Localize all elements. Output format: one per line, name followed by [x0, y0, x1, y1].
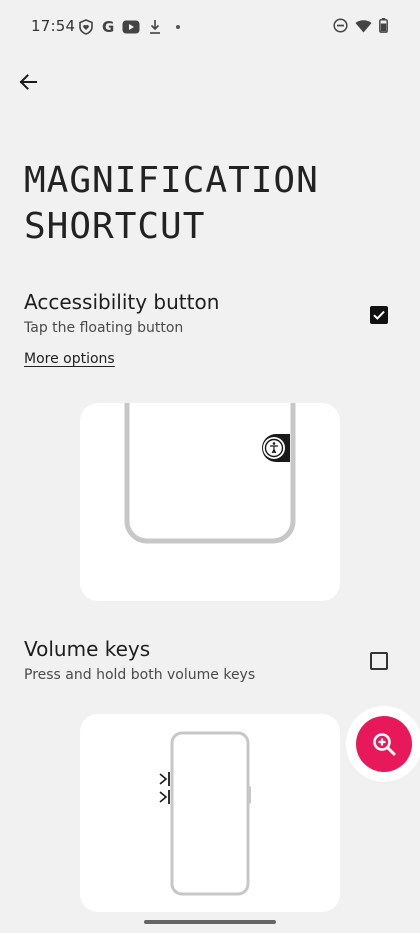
volume-keys-title: Volume keys	[24, 637, 151, 661]
youtube-icon	[122, 20, 140, 34]
more-options-link[interactable]: More options	[24, 351, 115, 367]
phone-volume-keys-graphic	[159, 731, 251, 896]
page-title-line-2: SHORTCUT	[24, 206, 206, 247]
page-title: MAGNIFICATION SHORTCUT	[24, 158, 404, 250]
accessibility-button-subtitle: Tap the floating button	[24, 320, 184, 336]
navigation-handle[interactable]	[144, 920, 276, 924]
accessibility-button-checkbox[interactable]	[370, 306, 388, 324]
status-bar: 17:54 G	[0, 0, 420, 52]
magnify-plus-icon	[373, 733, 396, 756]
volume-keys-option[interactable]: Volume keys Press and hold both volume k…	[24, 637, 396, 683]
status-icons-right	[333, 18, 388, 37]
accessibility-button-option[interactable]: Accessibility button Tap the floating bu…	[24, 290, 396, 336]
back-button[interactable]	[12, 66, 44, 98]
status-time: 17:54	[31, 17, 76, 35]
accessibility-button-title: Accessibility button	[24, 290, 220, 314]
volume-keys-illustration	[80, 714, 340, 912]
volume-keys-subtitle: Press and hold both volume keys	[24, 667, 256, 683]
phone-floating-button-graphic	[124, 403, 296, 544]
volume-keys-checkbox[interactable]	[370, 652, 388, 670]
wifi-icon	[355, 18, 372, 37]
download-icon	[148, 19, 162, 35]
battery-icon	[379, 18, 388, 37]
dnd-icon	[333, 18, 348, 37]
page-title-line-1: MAGNIFICATION	[24, 160, 319, 201]
check-icon	[373, 310, 385, 320]
magnification-floating-button[interactable]	[356, 716, 412, 772]
status-icons-left: G	[78, 18, 181, 36]
google-icon: G	[102, 18, 115, 36]
arrow-back-icon	[19, 74, 37, 90]
dot-icon	[176, 25, 181, 29]
accessibility-button-illustration	[80, 403, 340, 601]
shield-heart-icon	[78, 19, 94, 35]
